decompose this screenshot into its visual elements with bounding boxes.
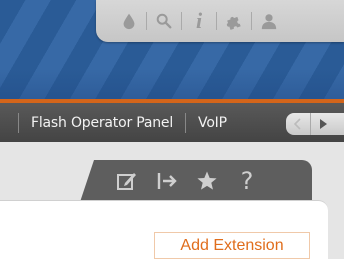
top-toolbar: i	[96, 0, 344, 42]
toolbar-divider	[216, 12, 217, 30]
info-icon[interactable]: i	[184, 7, 214, 35]
toolbar-divider	[146, 12, 147, 30]
help-glyph: ?	[240, 167, 254, 195]
add-extension-button[interactable]: Add Extension	[154, 232, 310, 259]
chevron-left-icon	[293, 118, 301, 130]
scroll-left-button[interactable]	[286, 113, 310, 135]
star-icon[interactable]	[192, 166, 222, 196]
scroll-right-button[interactable]	[311, 113, 335, 135]
main-nav: Flash Operator Panel VoIP	[0, 103, 344, 142]
toolbar-divider	[251, 12, 252, 30]
info-glyph: i	[195, 8, 203, 33]
toolbar-divider	[181, 12, 182, 30]
nav-item-voip[interactable]: VoIP	[186, 115, 227, 131]
search-icon[interactable]	[149, 7, 179, 35]
nav-scroll-arrows	[286, 113, 344, 135]
play-right-icon	[320, 119, 327, 129]
nav-item-flash-operator-panel[interactable]: Flash Operator Panel	[19, 115, 185, 131]
edit-icon[interactable]	[112, 166, 142, 196]
drop-icon[interactable]	[114, 7, 144, 35]
user-icon[interactable]	[254, 7, 284, 35]
export-icon[interactable]	[152, 166, 182, 196]
puzzle-icon[interactable]	[219, 7, 249, 35]
help-icon[interactable]: ?	[232, 166, 262, 196]
action-tab: ?	[80, 160, 312, 202]
